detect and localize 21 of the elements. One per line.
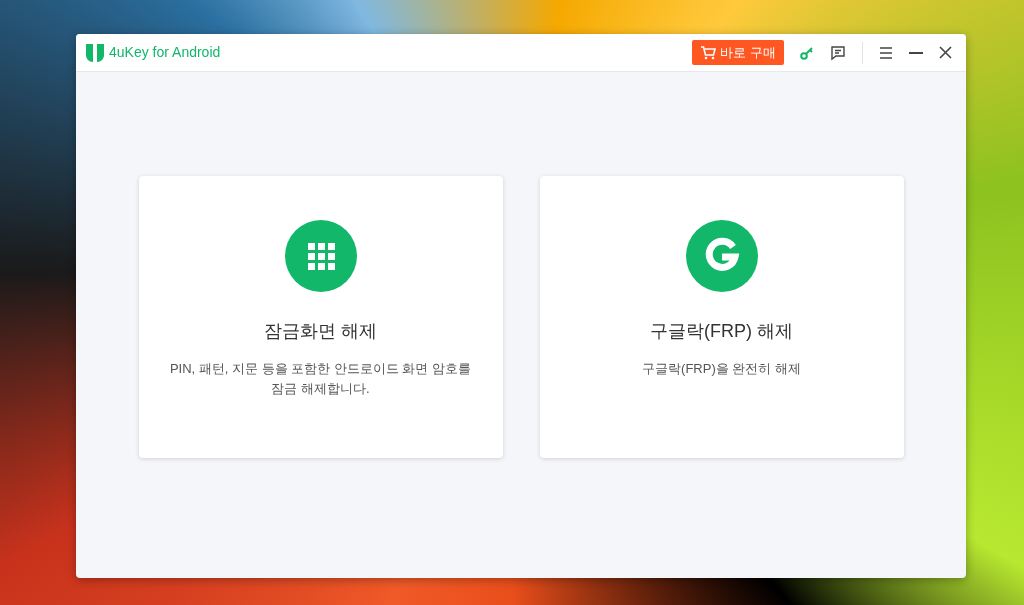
message-icon bbox=[830, 44, 846, 61]
cart-icon bbox=[700, 45, 717, 60]
app-title: 4uKey for Android bbox=[109, 43, 221, 62]
key-icon bbox=[800, 45, 814, 60]
feature-card[interactable]: 구글락(FRP) 해제 구글락(FRP)을 완전히 해제 bbox=[539, 176, 904, 458]
close-icon bbox=[939, 46, 952, 59]
g-logo-icon bbox=[685, 220, 758, 292]
feedback-button[interactable] bbox=[830, 44, 846, 61]
keypad-icon bbox=[284, 220, 357, 292]
card-title: 잠금화면 해제 bbox=[263, 320, 378, 343]
menu-icon bbox=[879, 46, 893, 59]
menu-button[interactable] bbox=[879, 46, 893, 59]
feature-card[interactable]: 잠금화면 해제 PIN, 패턴, 지문 등을 포함한 안드로이드 화면 암호를 잠금 해제합니다. bbox=[138, 176, 503, 458]
card-description: PIN, 패턴, 지문 등을 포함한 안드로이드 화면 암호를 잠금 해제합니다. bbox=[168, 360, 473, 398]
minimize-button[interactable] bbox=[909, 51, 923, 54]
key-button[interactable] bbox=[800, 45, 814, 60]
logo-icon bbox=[85, 42, 105, 63]
card-title: 구글락(FRP) 해제 bbox=[649, 320, 794, 343]
card-description: 구글락(FRP)을 완전히 해제 bbox=[641, 360, 802, 378]
minimize-icon bbox=[909, 51, 923, 54]
close-button[interactable] bbox=[939, 46, 952, 59]
